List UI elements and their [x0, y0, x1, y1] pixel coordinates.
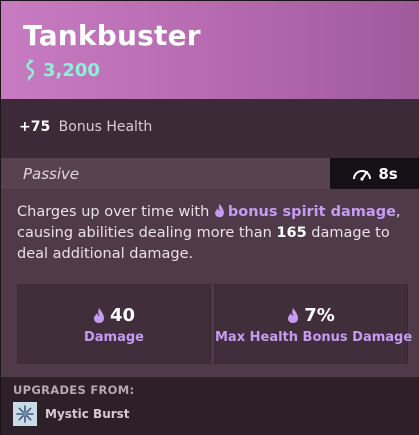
- desc-part1: Charges up over time with: [17, 204, 214, 220]
- cooldown-value: 8s: [378, 164, 398, 183]
- upgrades-heading: UPGRADES FROM:: [13, 383, 135, 397]
- bonus-health-label: Bonus Health: [58, 119, 153, 135]
- item-cost-value: 3,200: [43, 59, 100, 81]
- snowflake-icon: [13, 402, 37, 426]
- desc-threshold: 165: [276, 225, 307, 241]
- spirit-flame-icon: [93, 308, 104, 323]
- stat-box-damage: 40 Damage: [17, 284, 211, 364]
- upgrade-item-mystic-burst[interactable]: Mystic Burst: [13, 402, 130, 426]
- cooldown-gauge-icon: [353, 169, 372, 181]
- souls-icon: [26, 59, 35, 81]
- spirit-flame-icon: [214, 203, 224, 218]
- upgrade-item-name: Mystic Burst: [45, 407, 130, 421]
- spirit-flame-icon: [288, 308, 299, 323]
- stat-damage-value: 40: [109, 305, 136, 326]
- item-tooltip-card: Tankbuster 3,200 +75 Bonus Health Passiv…: [0, 0, 419, 435]
- stat-damage-label: Damage: [83, 330, 144, 345]
- stat-box-max-health-bonus: 7% Max Health Bonus Damage: [214, 284, 413, 364]
- bonus-health-value: +75: [19, 119, 51, 135]
- stat-max-health-label: Max Health Bonus Damage: [215, 330, 413, 345]
- stat-damage-value-row: 40: [18, 305, 210, 326]
- stat-max-health-value: 7%: [304, 305, 335, 326]
- cooldown-badge: 8s: [330, 158, 419, 189]
- passive-description: Charges up over time with bonus spirit d…: [17, 202, 407, 265]
- item-cost: 3,200: [23, 59, 100, 81]
- item-title: Tankbuster: [23, 19, 201, 52]
- bonus-health: +75 Bonus Health: [19, 119, 152, 135]
- desc-spirit-highlight: bonus spirit damage: [227, 204, 396, 220]
- passive-label: Passive: [23, 165, 80, 183]
- stat-max-health-value-row: 7%: [215, 305, 407, 326]
